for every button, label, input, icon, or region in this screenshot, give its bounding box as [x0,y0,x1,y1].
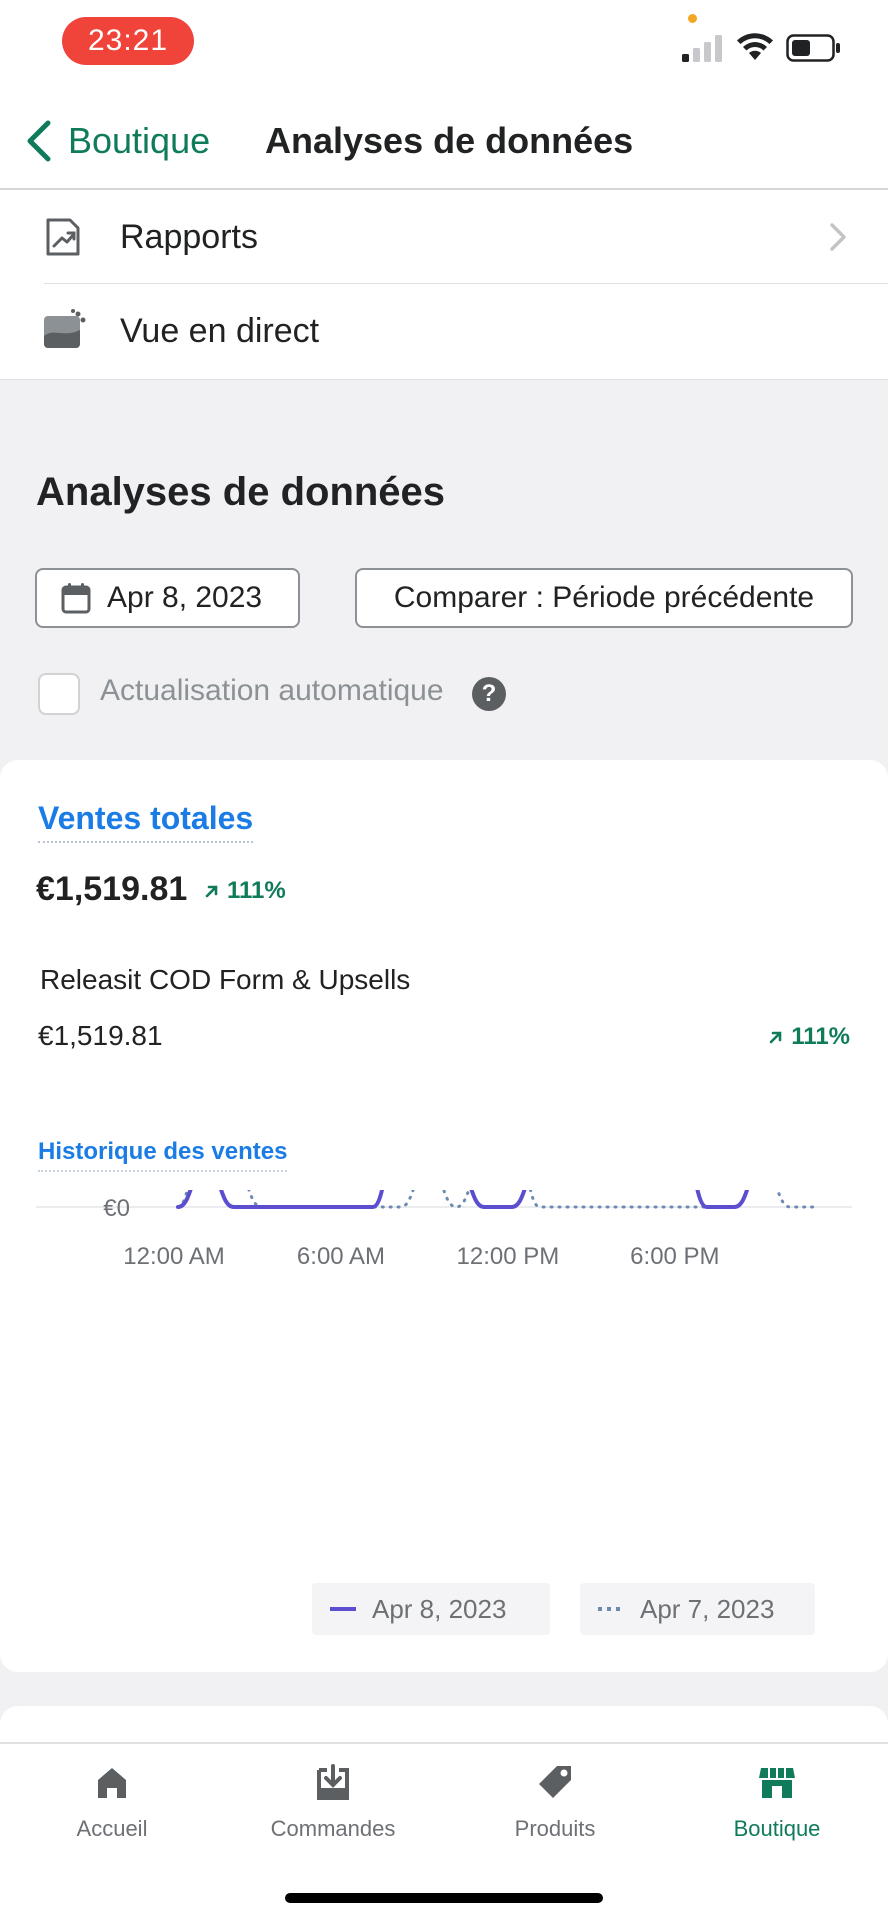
menu-item-label: Vue en direct [120,311,320,350]
live-view-icon [44,309,86,348]
tab-store[interactable]: Boutique [677,1762,877,1862]
tag-icon [539,1766,571,1798]
battery-icon [786,34,840,62]
arrow-up-right-icon [769,1031,782,1044]
status-bar: 23:21 [0,0,888,90]
back-label: Boutique [68,120,211,161]
nav-header: Boutique Analyses de données [0,90,888,190]
tab-label: Produits [514,1816,596,1841]
help-icon[interactable]: ? [472,677,506,711]
arrow-up-right-icon [205,885,218,898]
back-button[interactable]: Boutique [24,116,210,166]
sales-history-chart: €400€200€012:00 AM6:00 AM12:00 PM6:00 PM [36,1190,852,1270]
analytics-menu: Rapports Vue en direct [0,190,888,380]
legend-swatch-solid [330,1607,356,1611]
cellular-signal-icon [682,35,722,62]
legend-label: Apr 8, 2023 [372,1593,507,1624]
tab-products[interactable]: Produits [455,1762,655,1862]
menu-item-reports[interactable]: Rapports [0,190,888,284]
date-picker-button[interactable]: Apr 8, 2023 [35,568,300,628]
status-time[interactable]: 23:21 [62,17,194,65]
home-indicator [285,1893,603,1903]
total-sales-change: 111% [205,877,286,905]
privacy-indicator [688,14,697,23]
series-line-current [176,1190,750,1209]
tab-label: Boutique [733,1816,821,1841]
tab-label: Accueil [76,1816,148,1841]
section-title: Analyses de données [36,470,446,514]
app-sales-value: €1,519.81 [38,1020,163,1051]
next-card [0,1706,888,1746]
change-value: 111% [791,1023,850,1050]
reports-icon [46,218,80,256]
change-value: 111% [227,877,286,904]
chevron-right-icon [830,223,846,251]
legend-swatch-dotted [598,1607,624,1611]
card-title[interactable]: Ventes totales [38,800,254,843]
x-tick-label: 6:00 AM [297,1243,385,1270]
legend-item-previous[interactable]: Apr 7, 2023 [580,1583,815,1635]
chevron-left-icon [27,120,51,162]
auto-refresh-label: Actualisation automatique [100,674,444,707]
page-title: Analyses de données [265,120,634,161]
orders-icon [317,1764,349,1800]
total-sales-card: Ventes totales €1,519.81 111% Releasit C… [0,760,888,1672]
series-line-previous [176,1190,820,1209]
menu-item-live-view[interactable]: Vue en direct [0,284,888,378]
app-sales-change: 111% [769,1023,850,1051]
store-icon [759,1768,795,1798]
tab-orders[interactable]: Commandes [233,1762,433,1862]
app-name: Releasit COD Form & Upsells [40,964,411,995]
compare-label: Comparer : Période précédente [393,581,815,614]
chart-title[interactable]: Historique des ventes [38,1138,288,1172]
date-label: Apr 8, 2023 [107,581,263,614]
y-tick-label: €0 [103,1195,130,1222]
menu-item-label: Rapports [120,217,258,256]
wifi-icon [737,33,773,60]
compare-period-button[interactable]: Comparer : Période précédente [355,568,853,628]
x-tick-label: 12:00 PM [457,1243,560,1270]
total-sales-value: €1,519.81 [36,870,188,908]
legend-label: Apr 7, 2023 [640,1593,775,1624]
legend-item-current[interactable]: Apr 8, 2023 [312,1583,550,1635]
auto-refresh-checkbox[interactable] [38,673,80,715]
x-tick-label: 12:00 AM [123,1243,224,1270]
tab-home[interactable]: Accueil [12,1762,212,1862]
x-tick-label: 6:00 PM [630,1243,719,1270]
tab-label: Commandes [270,1816,396,1841]
calendar-icon [61,583,91,614]
home-icon [98,1768,126,1798]
